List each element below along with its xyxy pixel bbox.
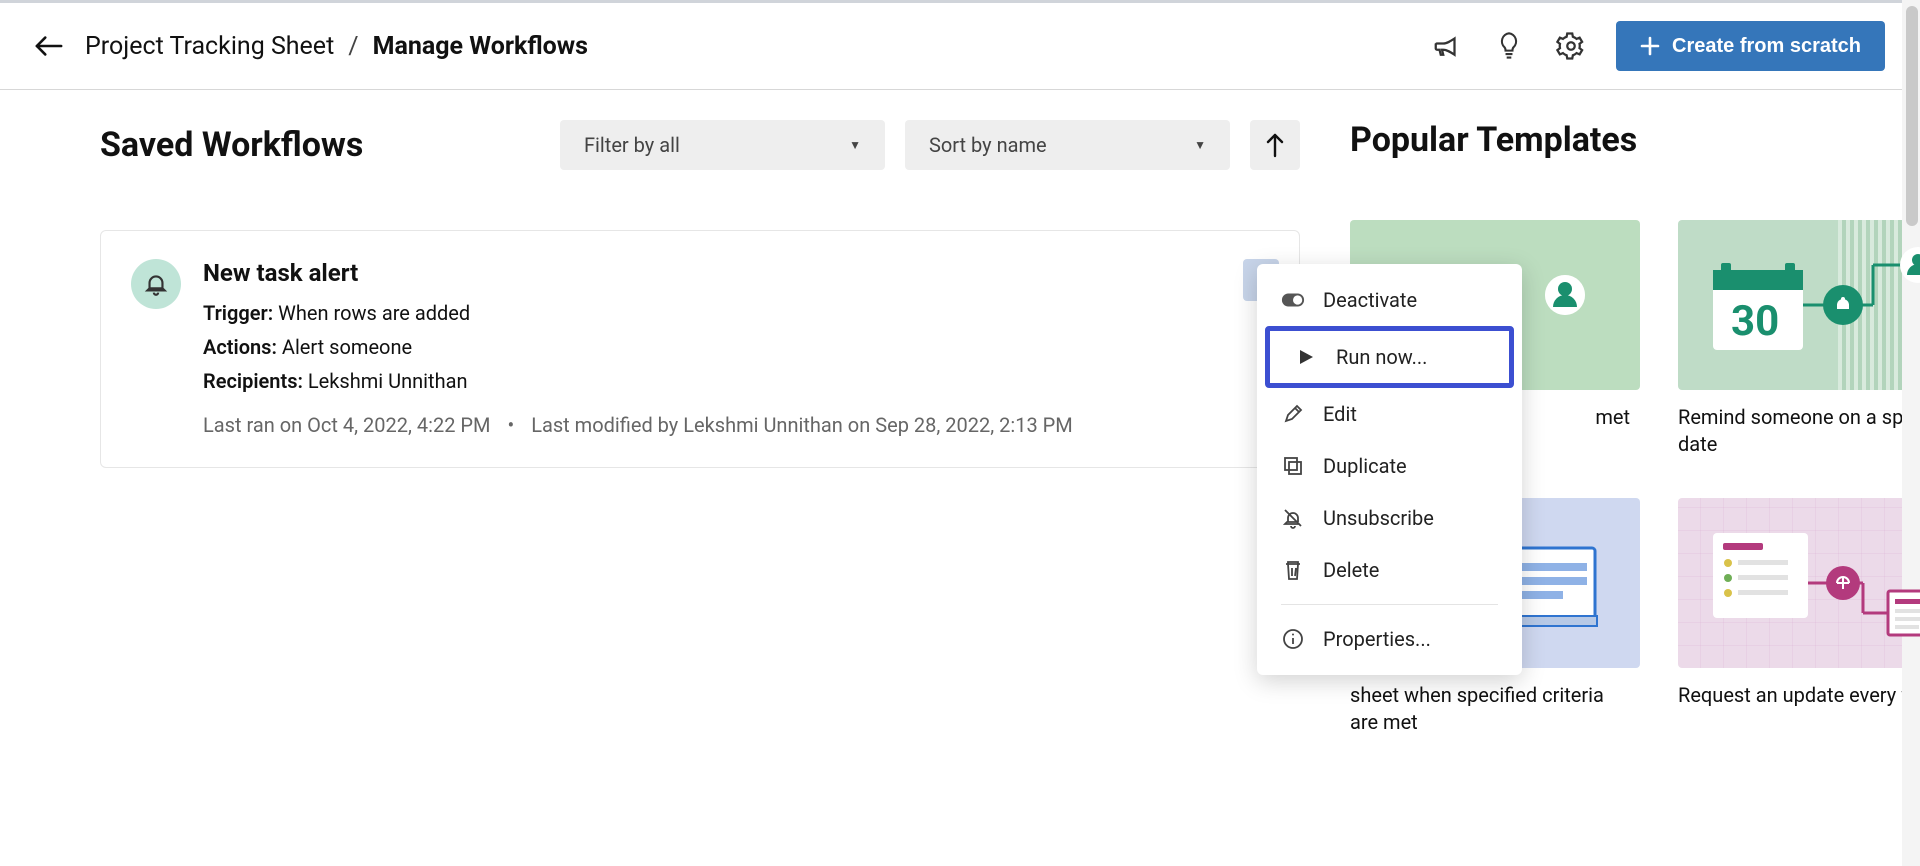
recipients-value: Lekshmi Unnithan	[308, 369, 468, 393]
menu-deactivate[interactable]: Deactivate	[1257, 274, 1522, 326]
template-label: Request an update every week	[1678, 682, 1920, 709]
settings-button[interactable]	[1554, 29, 1588, 63]
last-ran-text: Last ran on Oct 4, 2022, 4:22 PM	[203, 413, 491, 437]
template-illustration-icon: 30	[1693, 235, 1920, 375]
filter-select[interactable]: Filter by all ▼	[560, 120, 885, 170]
menu-separator	[1281, 604, 1498, 605]
menu-delete[interactable]: Delete	[1257, 544, 1522, 596]
trigger-line: Trigger: When rows are added	[203, 301, 1269, 325]
trigger-value: When rows are added	[278, 301, 470, 325]
duplicate-icon	[1281, 454, 1305, 478]
menu-duplicate[interactable]: Duplicate	[1257, 440, 1522, 492]
templates-title: Popular Templates	[1350, 120, 1920, 160]
template-card[interactable]: Request an update every week	[1678, 498, 1920, 736]
card-footer: Last ran on Oct 4, 2022, 4:22 PM • Last …	[203, 413, 1269, 437]
breadcrumb-separator: /	[348, 32, 358, 61]
create-from-scratch-button[interactable]: Create from scratch	[1616, 21, 1885, 71]
bell-icon	[143, 270, 169, 298]
info-icon	[1281, 627, 1305, 651]
card-body: New task alert Trigger: When rows are ad…	[203, 259, 1269, 437]
tips-button[interactable]	[1492, 29, 1526, 63]
menu-edit[interactable]: Edit	[1257, 388, 1522, 440]
back-arrow-button[interactable]	[35, 32, 63, 60]
gear-icon	[1556, 31, 1586, 61]
card-head: New task alert Trigger: When rows are ad…	[131, 259, 1269, 437]
template-thumbnail	[1678, 498, 1920, 668]
menu-label: Duplicate	[1323, 454, 1407, 478]
recipients-label: Recipients:	[203, 369, 303, 393]
menu-label: Run now...	[1336, 345, 1427, 369]
megaphone-icon	[1432, 31, 1462, 61]
menu-label: Properties...	[1323, 627, 1431, 651]
saved-workflows-header: Saved Workflows Filter by all ▼ Sort by …	[100, 120, 1300, 170]
menu-label: Unsubscribe	[1323, 506, 1434, 530]
arrow-up-icon	[1264, 132, 1286, 158]
create-button-label: Create from scratch	[1672, 35, 1861, 58]
menu-run-now[interactable]: Run now...	[1265, 326, 1514, 388]
breadcrumb-current: Manage Workflows	[373, 32, 588, 61]
play-icon	[1294, 345, 1318, 369]
toggle-on-icon	[1281, 288, 1305, 312]
svg-text:30: 30	[1731, 297, 1779, 346]
actions-value: Alert someone	[282, 335, 412, 359]
sort-label: Sort by name	[929, 133, 1047, 157]
template-label: Remind someone on a specific date	[1678, 404, 1920, 458]
topbar-left: Project Tracking Sheet / Manage Workflow…	[35, 32, 588, 61]
menu-label: Deactivate	[1323, 288, 1417, 312]
menu-label: Edit	[1323, 402, 1357, 426]
template-thumbnail: 30	[1678, 220, 1920, 390]
workflow-type-icon-container	[131, 259, 181, 309]
template-illustration-icon	[1693, 513, 1920, 653]
topbar-right: Create from scratch	[1430, 21, 1885, 71]
workflow-card[interactable]: New task alert Trigger: When rows are ad…	[100, 230, 1300, 468]
footer-separator: •	[507, 413, 514, 437]
template-card[interactable]: 30 Remind someone on a specific date	[1678, 220, 1920, 458]
main: Saved Workflows Filter by all ▼ Sort by …	[0, 90, 1920, 736]
plus-icon	[1640, 36, 1660, 56]
sort-select[interactable]: Sort by name ▼	[905, 120, 1230, 170]
actions-label: Actions:	[203, 335, 277, 359]
pencil-icon	[1281, 402, 1305, 426]
lightbulb-icon	[1495, 31, 1523, 61]
actions-line: Actions: Alert someone	[203, 335, 1269, 359]
vertical-scrollbar[interactable]	[1902, 0, 1920, 866]
left-column: Saved Workflows Filter by all ▼ Sort by …	[100, 120, 1300, 736]
workflow-title: New task alert	[203, 259, 1269, 287]
trash-icon	[1281, 558, 1305, 582]
scrollbar-thumb[interactable]	[1906, 6, 1918, 226]
breadcrumb-parent[interactable]: Project Tracking Sheet	[85, 32, 334, 61]
arrow-left-icon	[35, 35, 63, 57]
caret-down-icon: ▼	[1194, 138, 1206, 152]
recipients-line: Recipients: Lekshmi Unnithan	[203, 369, 1269, 393]
announcements-button[interactable]	[1430, 29, 1464, 63]
caret-down-icon: ▼	[849, 138, 861, 152]
topbar: Project Tracking Sheet / Manage Workflow…	[0, 0, 1920, 90]
breadcrumb: Project Tracking Sheet / Manage Workflow…	[85, 32, 588, 61]
sort-direction-button[interactable]	[1250, 120, 1300, 170]
filter-label: Filter by all	[584, 133, 680, 157]
trigger-label: Trigger:	[203, 301, 273, 325]
menu-label: Delete	[1323, 558, 1379, 582]
menu-properties[interactable]: Properties...	[1257, 613, 1522, 665]
bell-off-icon	[1281, 506, 1305, 530]
last-modified-text: Last modified by Lekshmi Unnithan on Sep…	[531, 413, 1073, 437]
saved-workflows-title: Saved Workflows	[100, 125, 540, 165]
menu-unsubscribe[interactable]: Unsubscribe	[1257, 492, 1522, 544]
template-label: sheet when specified criteria are met	[1350, 682, 1630, 736]
workflow-actions-menu: Deactivate Run now... Edit Duplicate Uns…	[1257, 264, 1522, 675]
